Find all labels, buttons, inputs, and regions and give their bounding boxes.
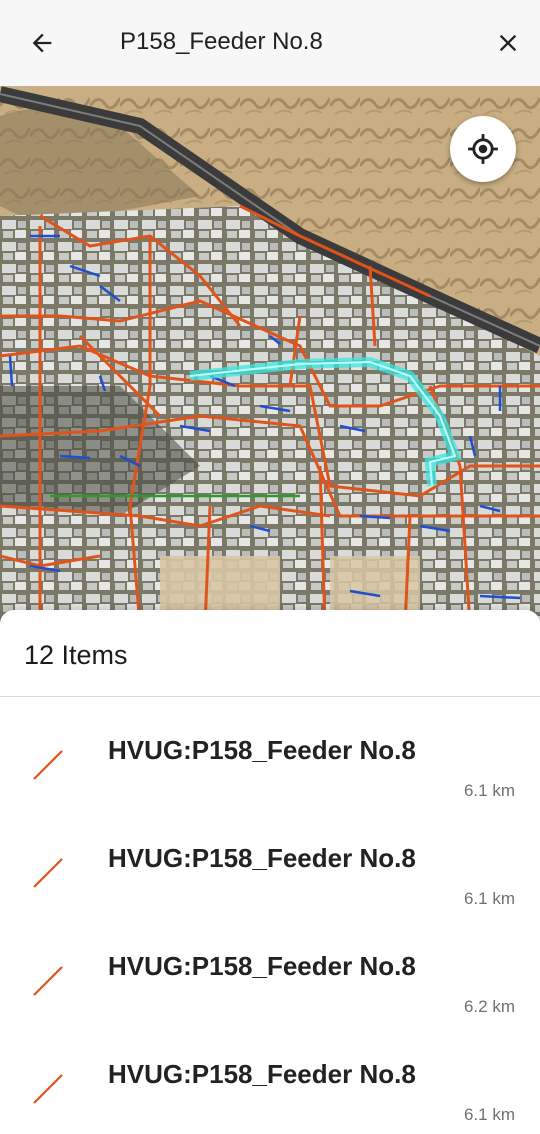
- item-distance: 6.1 km: [463, 1105, 515, 1124]
- map-view[interactable]: [0, 86, 540, 626]
- list-item[interactable]: HVUG:P158_Feeder No.8 6.1 km: [0, 1021, 540, 1129]
- list-item[interactable]: HVUG:P158_Feeder No.8 6.1 km: [0, 805, 540, 913]
- page-title: P158_Feeder No.8: [120, 28, 323, 55]
- list-item[interactable]: HVUG:P158_Feeder No.8 6.2 km: [0, 913, 540, 1021]
- line-feature-icon: [33, 1074, 63, 1104]
- results-list: HVUG:P158_Feeder No.8 6.1 km HVUG:P158_F…: [0, 697, 540, 1129]
- list-item[interactable]: HVUG:P158_Feeder No.8 6.1 km: [0, 697, 540, 805]
- item-name: HVUG:P158_Feeder No.8: [108, 1059, 416, 1089]
- item-distance: 6.1 km: [463, 889, 515, 908]
- arrow-back-icon: [32, 33, 52, 53]
- results-count: 12 Items: [24, 640, 128, 670]
- back-button[interactable]: [22, 25, 62, 61]
- line-feature-icon: [33, 858, 63, 888]
- item-distance: 6.2 km: [463, 997, 515, 1016]
- item-name: HVUG:P158_Feeder No.8: [108, 951, 416, 981]
- item-name: HVUG:P158_Feeder No.8: [108, 735, 416, 765]
- line-feature-icon: [33, 966, 63, 996]
- results-header: 12 Items: [0, 610, 540, 697]
- my-location-button[interactable]: [450, 116, 516, 182]
- item-distance: 6.1 km: [463, 781, 515, 800]
- close-button[interactable]: [488, 24, 528, 62]
- line-feature-icon: [33, 750, 63, 780]
- results-sheet: 12 Items HVUG:P158_Feeder No.8 6.1 km HV…: [0, 610, 540, 1134]
- close-icon: [499, 34, 517, 52]
- item-name: HVUG:P158_Feeder No.8: [108, 843, 416, 873]
- my-location-icon: [468, 134, 498, 164]
- app-bar: P158_Feeder No.8: [0, 0, 540, 86]
